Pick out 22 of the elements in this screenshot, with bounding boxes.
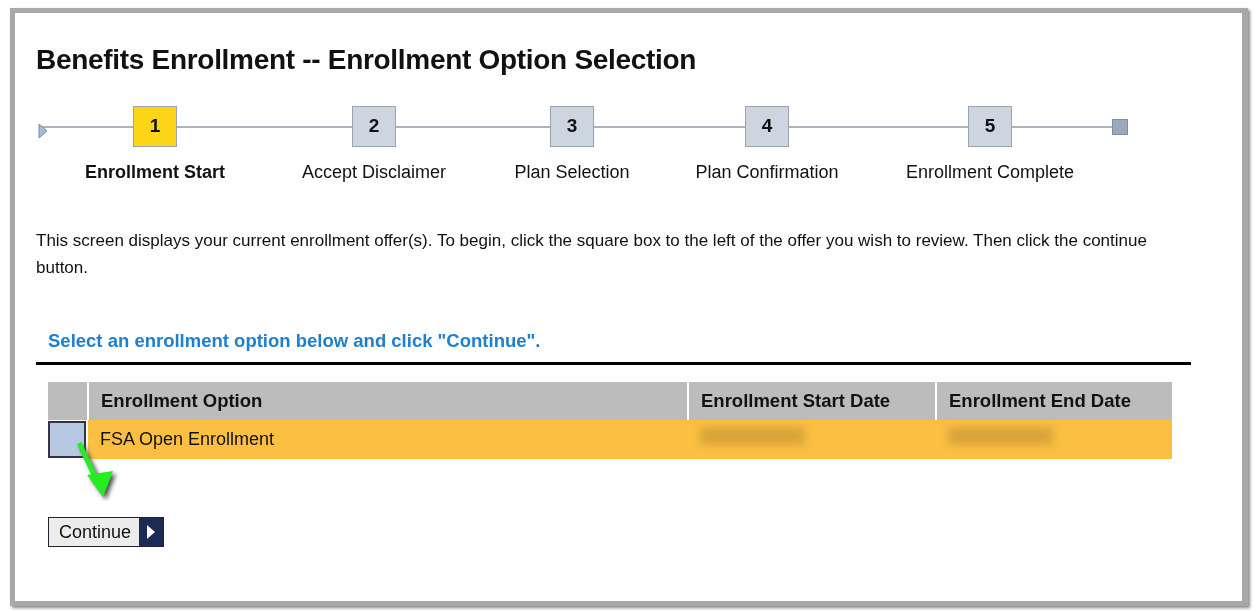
section-heading: Select an enrollment option below and click "Continue". <box>48 328 542 353</box>
step-number[interactable]: 5 <box>968 105 1012 147</box>
column-header: Enrollment Start Date <box>688 382 936 421</box>
column-header: Enrollment End Date <box>936 382 1172 421</box>
step-label: Accept Disclaimer <box>302 160 446 184</box>
step-number[interactable]: 2 <box>352 105 396 147</box>
step-label: Plan Selection <box>514 160 630 184</box>
step-number[interactable]: 3 <box>550 105 594 147</box>
checkbox[interactable] <box>48 421 86 459</box>
page-title: Benefits Enrollment -- Enrollment Option Selection <box>36 43 698 77</box>
table-cell: FSA Open Enrollment <box>88 420 688 460</box>
step-label: Enrollment Start <box>85 160 225 184</box>
step-label: Plan Confirmation <box>695 160 839 184</box>
play-icon <box>146 524 157 541</box>
end-marker-icon <box>1112 118 1128 135</box>
instructions-text: This screen displays your current enrollment offer(s). To begin, click the square box to the left of the offer you wish to review. Then click the continue button. <box>36 229 1148 279</box>
column-header: Enrollment Option <box>88 382 688 421</box>
step-number[interactable]: 1 <box>133 105 177 147</box>
step-label: Enrollment Complete <box>905 160 1075 184</box>
step-number[interactable]: 4 <box>745 105 789 147</box>
header-cell <box>48 382 88 421</box>
continue-button[interactable]: Continue <box>48 517 165 548</box>
